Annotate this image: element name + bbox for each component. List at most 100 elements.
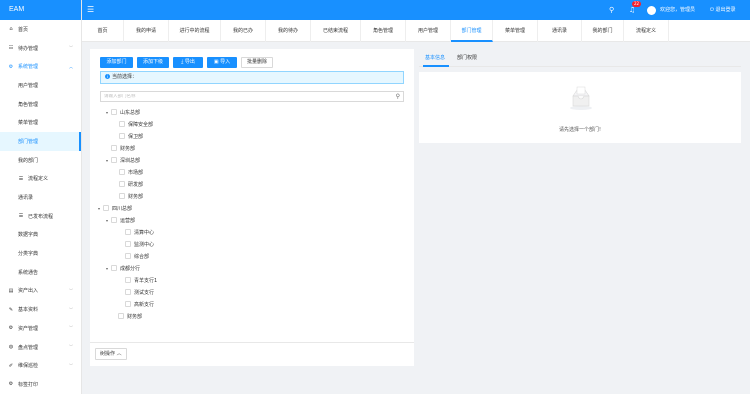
tree-node[interactable]: ▾ 运营部 [104,214,135,226]
tab-my-department[interactable]: 我的部门 [582,20,624,42]
tree-node[interactable]: 测试支行 [118,286,154,298]
checkbox[interactable] [119,169,125,175]
search-icon[interactable]: ⚲ [396,92,400,101]
add-subordinate-button[interactable]: 添加下级 [137,57,169,68]
checkbox[interactable] [119,133,125,139]
sidebar-item-maintenance[interactable]: ✐ 维保巡检 ﹀ [0,356,81,375]
sidebar-item-process-definition[interactable]: ☰ 流程定义 [0,170,81,189]
tree-node[interactable]: 高新支行 [118,298,154,310]
tree-node-label: 研发部 [128,181,144,188]
sidebar-item-asset-management[interactable]: ⚙ 资产管理 ﹀ [0,319,81,338]
import-button[interactable]: ▣ 导入 [207,57,237,68]
sidebar-item-roles[interactable]: 角色管理 [0,95,81,114]
checkbox[interactable] [119,181,125,187]
checkbox[interactable] [111,145,117,151]
tree-node[interactable]: ▾ 深圳总部 [104,154,140,166]
checkbox[interactable] [119,121,125,127]
tree-node-label: 监测中心 [134,241,155,248]
avatar[interactable] [647,6,656,15]
sidebar-item-label-print[interactable]: ⚙ 标签打印 [0,375,81,394]
sidebar-item-system[interactable]: ⚙ 系统管理 ︿ [0,57,81,76]
sidebar-item-category-dictionary[interactable]: 分类字典 [0,244,81,263]
sidebar-item-inventory[interactable]: ◍ 盘点管理 ﹀ [0,338,81,357]
department-search-input[interactable] [104,94,384,99]
home-icon: ⌂ [9,26,13,33]
caret-down-icon[interactable]: ▾ [104,110,110,115]
logout-button[interactable]: ⏻ 退出登录 [710,5,736,15]
sidebar-item-departments[interactable]: 部门管理 [0,132,81,151]
tree-node[interactable]: 监测中心 [118,238,154,250]
sidebar-item-todo[interactable]: ☷ 待办管理 ﹀ [0,39,81,58]
caret-down-icon[interactable]: ▾ [104,218,110,223]
checkbox[interactable] [111,217,117,223]
checkbox[interactable] [111,157,117,163]
tab-my-applications[interactable]: 我的申请 [124,20,169,42]
tab-in-progress[interactable]: 进行中的流程 [169,20,221,42]
sidebar-item-menus[interactable]: 菜单管理 [0,113,81,132]
sidebar-item-announcements[interactable]: 系统通告 [0,263,81,282]
tree-node[interactable]: 财务部 [112,190,143,202]
checkbox[interactable] [118,313,124,319]
tree-node[interactable]: 清算中心 [118,226,154,238]
checkbox[interactable] [125,301,131,307]
search-icon[interactable]: ⚲ [609,5,614,15]
tab-contacts[interactable]: 通讯录 [538,20,582,42]
empty-inbox-icon [570,86,592,110]
chevron-down-icon: ﹀ [69,344,73,350]
chevron-down-icon: ﹀ [69,287,73,293]
tab-process-definition[interactable]: 流程定义 [624,20,669,42]
tab-basic-info[interactable]: 基本信息 [425,54,445,61]
checkbox[interactable] [119,193,125,199]
tree-node[interactable]: ▾ 四川总部 [96,202,132,214]
caret-down-icon[interactable]: ▾ [104,158,110,163]
tree-node[interactable]: 青羊支行1 [118,274,157,286]
sidebar-item-home[interactable]: ⌂ 首页 [0,20,81,39]
batch-delete-button[interactable]: 批量删除 [241,57,273,68]
tab-role-management[interactable]: 角色管理 [361,20,406,42]
tree-operation-button[interactable]: 树操作 ︿ [95,348,127,360]
sidebar-item-published-process[interactable]: ☰ 已发布流程 [0,207,81,226]
tree-search[interactable]: ⚲ [100,91,404,102]
tab-my-done[interactable]: 我的已办 [221,20,266,42]
checkbox[interactable] [125,253,131,259]
export-button[interactable]: ⤓ 导出 [173,57,203,68]
tab-menu-management[interactable]: 菜单管理 [493,20,538,42]
checkbox[interactable] [111,265,117,271]
tree-node[interactable]: 保障安全部 [112,118,153,130]
tree-node[interactable]: 财务部 [111,310,142,322]
tab-department-permission[interactable]: 部门权限 [457,54,477,61]
checkbox[interactable] [125,277,131,283]
add-department-button[interactable]: 添加部门 [100,57,133,68]
chevron-down-icon: ﹀ [69,362,73,368]
checkbox[interactable] [125,229,131,235]
checkbox[interactable] [111,109,117,115]
sidebar-item-asset-io[interactable]: ▤ 资产出入 ﹀ [0,282,81,301]
sidebar-item-my-department[interactable]: 我的部门 [0,151,81,170]
tree-node-label: 运营部 [120,217,136,224]
page-tabs: 首页 我的申请 进行中的流程 我的已办 我的待办 已结束流程 角色管理 用户管理… [82,20,750,42]
checkbox[interactable] [125,241,131,247]
tab-home[interactable]: 首页 [82,20,124,42]
sidebar-item-basic-data[interactable]: ✎ 基本资料 ﹀ [0,300,81,319]
sidebar-item-data-dictionary[interactable]: 数据字典 [0,226,81,245]
tree-node[interactable]: 研发部 [112,178,143,190]
tree-node[interactable]: 综合部 [118,250,149,262]
tree-node[interactable]: ▾ 山东总部 [104,106,140,118]
checkbox[interactable] [125,289,131,295]
sidebar-item-users[interactable]: 用户管理 [0,76,81,95]
checkbox[interactable] [103,205,109,211]
tab-user-management[interactable]: 用户管理 [406,20,451,42]
sidebar-item-label: 系统管理 [18,64,39,71]
menu-fold-icon[interactable]: ☰ [87,5,97,15]
tree-node[interactable]: ▾ 成都分行 [104,262,140,274]
sidebar-item-contacts[interactable]: 通讯录 [0,188,81,207]
tab-department-management[interactable]: 部门管理 [451,20,493,42]
caret-down-icon[interactable]: ▾ [96,206,102,211]
tab-my-todo[interactable]: 我的待办 [266,20,311,42]
tree-node[interactable]: 市场部 [112,166,143,178]
tree-node[interactable]: 财务部 [104,142,135,154]
caret-down-icon[interactable]: ▾ [104,266,110,271]
welcome-text[interactable]: 欢迎您，管理员 [660,5,695,15]
tree-node[interactable]: 保卫部 [112,130,143,142]
tab-finished-process[interactable]: 已结束流程 [311,20,361,42]
